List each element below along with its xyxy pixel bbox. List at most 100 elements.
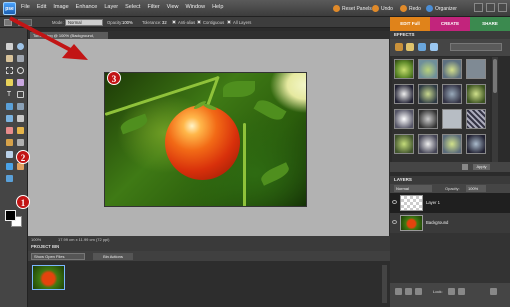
project-bin-thumbnail[interactable] bbox=[32, 265, 65, 290]
magic-wand-tool[interactable] bbox=[4, 78, 14, 87]
menu-layer[interactable]: Layer bbox=[104, 4, 118, 10]
document-tab[interactable]: Tomato.jpg @ 100% (Background, RGB/8) bbox=[30, 32, 108, 45]
organizer-button[interactable]: Organizer bbox=[426, 3, 457, 14]
effect-thumbnail[interactable] bbox=[442, 134, 462, 154]
crop-tool[interactable] bbox=[15, 90, 25, 99]
layers-menu-icon[interactable] bbox=[490, 288, 497, 295]
effect-thumbnail[interactable] bbox=[418, 109, 438, 129]
layer-styles-category-icon[interactable] bbox=[406, 43, 414, 51]
show-open-files-select[interactable]: Show Open Files bbox=[31, 253, 85, 260]
undo-button[interactable]: Undo bbox=[372, 3, 393, 14]
layer-row-background[interactable]: Background bbox=[390, 213, 510, 233]
clone-stamp-tool[interactable] bbox=[15, 114, 25, 123]
photo-effects-category-icon[interactable] bbox=[418, 43, 426, 51]
layer-opacity-value[interactable]: 100% bbox=[466, 185, 486, 192]
all-effects-category-icon[interactable] bbox=[430, 43, 438, 51]
effect-thumbnail[interactable] bbox=[466, 84, 486, 104]
lasso-tool[interactable] bbox=[15, 66, 25, 75]
trash-icon[interactable] bbox=[462, 164, 468, 170]
foreground-color-swatch[interactable] bbox=[5, 210, 16, 221]
visibility-eye-icon[interactable] bbox=[392, 220, 397, 224]
bin-actions-button[interactable]: Bin Actions bbox=[93, 253, 133, 260]
effect-thumbnail[interactable] bbox=[418, 59, 438, 79]
layers-panel-header[interactable]: LAYERS bbox=[390, 176, 510, 184]
filters-category-icon[interactable] bbox=[395, 43, 403, 51]
menu-select[interactable]: Select bbox=[125, 4, 140, 10]
menu-enhance[interactable]: Enhance bbox=[76, 4, 98, 10]
selection-mode-icons[interactable] bbox=[18, 19, 32, 26]
shape-tool[interactable] bbox=[4, 162, 14, 171]
menu-window[interactable]: Window bbox=[186, 4, 206, 10]
tab-edit-full[interactable]: EDIT Full bbox=[390, 17, 430, 31]
red-eye-tool[interactable] bbox=[4, 102, 14, 111]
marquee-tool[interactable] bbox=[4, 66, 14, 75]
menu-help[interactable]: Help bbox=[212, 4, 223, 10]
redo-button[interactable]: Redo bbox=[400, 3, 421, 14]
tab-share[interactable]: SHARE bbox=[470, 17, 510, 31]
apply-button[interactable]: Apply bbox=[473, 164, 490, 170]
effect-thumbnail[interactable] bbox=[466, 59, 486, 79]
effect-thumbnail[interactable] bbox=[418, 134, 438, 154]
effect-thumbnail[interactable] bbox=[394, 84, 414, 104]
effects-filter-select[interactable] bbox=[450, 43, 502, 51]
eraser-tool[interactable] bbox=[4, 126, 14, 135]
effect-thumbnail[interactable] bbox=[418, 84, 438, 104]
spot-healing-tool[interactable] bbox=[4, 114, 14, 123]
hand-tool[interactable] bbox=[4, 54, 14, 63]
delete-layer-icon[interactable] bbox=[415, 288, 422, 295]
lock-transparent-icon[interactable] bbox=[448, 288, 455, 295]
effect-thumbnail[interactable] bbox=[442, 84, 462, 104]
quick-selection-tool[interactable] bbox=[15, 78, 25, 87]
tool-preset-icon[interactable] bbox=[4, 19, 12, 26]
adjustment-layer-icon[interactable] bbox=[405, 288, 412, 295]
marquee-icon bbox=[5, 67, 13, 74]
new-layer-icon[interactable] bbox=[395, 288, 402, 295]
mode-select[interactable]: Normal bbox=[65, 19, 103, 26]
contiguous-checkbox[interactable] bbox=[197, 20, 201, 24]
close-button[interactable] bbox=[498, 3, 507, 12]
project-bin-header[interactable]: PROJECT BIN bbox=[28, 243, 390, 251]
effect-thumbnail[interactable] bbox=[394, 134, 414, 154]
menu-filter[interactable]: Filter bbox=[147, 4, 159, 10]
minimize-button[interactable] bbox=[474, 3, 483, 12]
visibility-eye-icon[interactable] bbox=[392, 200, 397, 204]
move-tool[interactable] bbox=[4, 42, 14, 51]
effect-thumbnail[interactable] bbox=[442, 109, 462, 129]
text-tool[interactable]: T bbox=[4, 90, 14, 99]
antialias-checkbox[interactable] bbox=[172, 20, 176, 24]
tab-create[interactable]: CREATE bbox=[430, 17, 470, 31]
effects-panel-header[interactable]: EFFECTS bbox=[390, 31, 510, 39]
layer-row-layer-1[interactable]: Layer 1 bbox=[390, 193, 510, 213]
effect-thumbnail[interactable] bbox=[394, 59, 414, 79]
smart-brush-tool[interactable] bbox=[15, 138, 25, 147]
sponge-tool[interactable] bbox=[4, 174, 14, 183]
paint-bucket-tool[interactable] bbox=[4, 150, 14, 159]
antialias-label: Anti-alias bbox=[178, 20, 196, 25]
project-bin-scrollbar[interactable] bbox=[382, 265, 387, 303]
zoom-readout[interactable]: 100% bbox=[31, 236, 41, 243]
paint-bucket-icon bbox=[5, 151, 13, 158]
menu-file[interactable]: File bbox=[21, 4, 30, 10]
reset-panels-button[interactable]: Reset Panels bbox=[333, 3, 372, 14]
effects-scroll-thumb[interactable] bbox=[493, 59, 497, 93]
menu-view[interactable]: View bbox=[167, 4, 179, 10]
effects-scrollbar[interactable] bbox=[492, 57, 498, 162]
tomato-photo[interactable] bbox=[104, 72, 307, 207]
effect-thumbnail[interactable] bbox=[466, 109, 486, 129]
lock-all-icon[interactable] bbox=[458, 288, 465, 295]
brush-tool[interactable] bbox=[4, 138, 14, 147]
zoom-tool[interactable] bbox=[15, 42, 25, 51]
straighten-tool[interactable] bbox=[15, 102, 25, 111]
all-layers-checkbox[interactable] bbox=[227, 20, 231, 24]
blend-mode-select[interactable]: Normal bbox=[394, 185, 432, 192]
effect-thumbnail[interactable] bbox=[442, 59, 462, 79]
opacity-value[interactable]: 100% bbox=[122, 20, 133, 25]
pencil-tool[interactable] bbox=[15, 126, 25, 135]
menu-image[interactable]: Image bbox=[53, 4, 68, 10]
eyedropper-tool[interactable] bbox=[15, 54, 25, 63]
tolerance-value[interactable]: 32 bbox=[162, 20, 167, 25]
effect-thumbnail[interactable] bbox=[466, 134, 486, 154]
maximize-button[interactable] bbox=[486, 3, 495, 12]
menu-edit[interactable]: Edit bbox=[37, 4, 46, 10]
effect-thumbnail[interactable] bbox=[394, 109, 414, 129]
